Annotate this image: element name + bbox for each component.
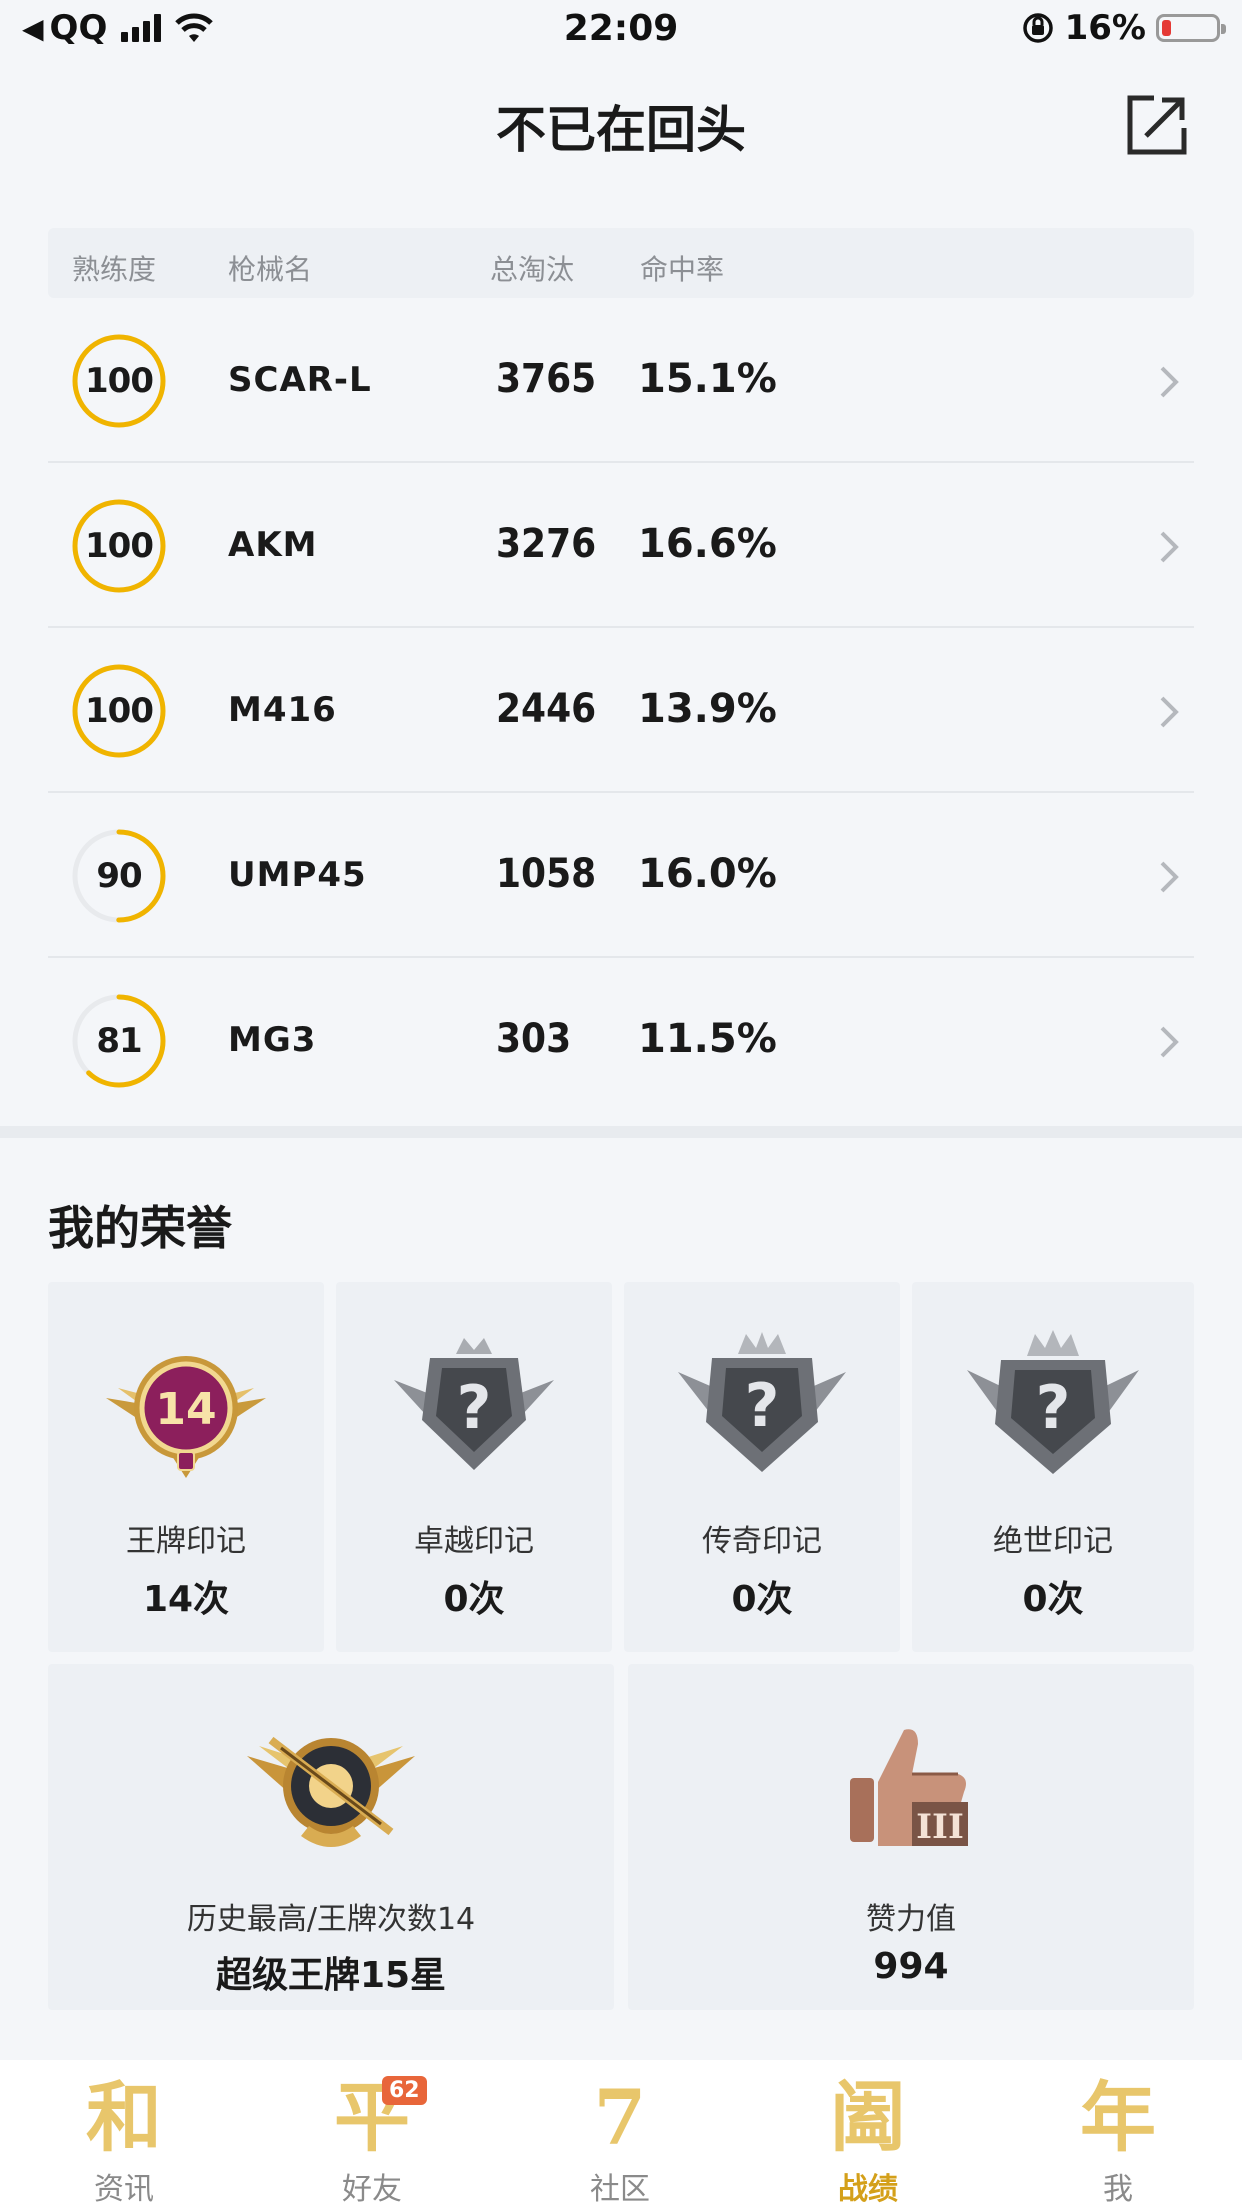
weapon-kills: 2446 <box>496 686 597 732</box>
weapon-row[interactable]: 100 M416 2446 13.9% <box>48 628 1194 793</box>
weapon-name: MG3 <box>228 1020 317 1060</box>
proficiency-ring: 100 <box>70 662 168 760</box>
rank-emblem-icon <box>247 1736 415 1847</box>
weapon-accuracy: 16.6% <box>638 521 777 567</box>
honor-label: 传奇印记 <box>702 1524 822 1559</box>
likes-value: 994 <box>873 1946 949 1987</box>
proficiency-ring: 100 <box>70 497 168 595</box>
weapon-row[interactable]: 100 AKM 3276 16.6% <box>48 463 1194 628</box>
locked-badge-icon: ? <box>967 1330 1139 1474</box>
weapon-row[interactable]: 100 SCAR-L 3765 15.1% <box>48 298 1194 463</box>
likes-card[interactable]: III 赞力值 994 <box>628 1664 1194 2010</box>
likes-tier-mark: III <box>916 1807 964 1847</box>
weapon-accuracy: 16.0% <box>638 851 777 897</box>
header-weapon: 枪械名 <box>228 253 313 286</box>
proficiency-ring: 90 <box>70 827 168 925</box>
tab-label: 好友 <box>342 2172 402 2207</box>
stats-tab-icon: 阖 <box>830 2073 906 2162</box>
weapon-kills: 3276 <box>496 521 597 567</box>
weapon-name: M416 <box>228 690 337 730</box>
proficiency-ring: 100 <box>70 332 168 430</box>
rotation-lock-icon <box>1022 13 1053 43</box>
header-proficiency: 熟练度 <box>72 253 157 286</box>
tab-label: 社区 <box>590 2172 650 2207</box>
tab-me[interactable]: 年 我 <box>994 2060 1242 2208</box>
weapon-accuracy: 15.1% <box>638 356 777 402</box>
chevron-right-icon <box>1160 861 1179 893</box>
bottom-tab-bar: 和 资讯 平 62 好友 7 社区 阖 战绩 年 我 <box>0 2060 1242 2208</box>
friends-count-badge: 62 <box>382 2076 427 2105</box>
weapon-name: AKM <box>228 525 318 565</box>
history-rank-label: 历史最高/王牌次数14 <box>186 1902 476 1937</box>
tab-community[interactable]: 7 社区 <box>496 2060 744 2208</box>
battery-icon <box>1156 14 1226 42</box>
weapon-accuracy: 11.5% <box>638 1016 777 1062</box>
tab-news[interactable]: 和 资讯 <box>0 2060 248 2208</box>
weapon-name: SCAR-L <box>228 360 372 400</box>
proficiency-ring: 81 <box>70 992 168 1090</box>
tab-label: 我 <box>1103 2172 1133 2207</box>
chevron-right-icon <box>1160 366 1179 398</box>
honors-title: 我的荣誉 <box>48 1201 232 1255</box>
locked-badge-mark: ? <box>745 1371 780 1441</box>
honor-label: 卓越印记 <box>414 1524 534 1559</box>
history-rank-value: 超级王牌15星 <box>215 1955 447 1996</box>
share-icon[interactable] <box>1124 92 1190 158</box>
locked-badge-mark: ? <box>457 1373 492 1443</box>
weapon-row[interactable]: 90 UMP45 1058 16.0% <box>48 793 1194 958</box>
honor-card-ace[interactable]: 14 王牌印记 14次 <box>48 1282 324 1652</box>
header-accuracy: 命中率 <box>640 253 725 286</box>
likes-label: 赞力值 <box>866 1902 956 1937</box>
weapon-row[interactable]: 81 MG3 303 11.5% <box>48 958 1194 1123</box>
honor-card-excellent[interactable]: ? 卓越印记 0次 <box>336 1282 612 1652</box>
weapon-name: UMP45 <box>228 855 367 895</box>
honor-label: 王牌印记 <box>126 1524 246 1559</box>
honor-card-legend[interactable]: ? 传奇印记 0次 <box>624 1282 900 1652</box>
weapon-kills: 303 <box>496 1016 572 1062</box>
weapon-kills: 1058 <box>496 851 597 897</box>
weapon-kills: 3765 <box>496 356 597 402</box>
honor-card-peerless[interactable]: ? 绝世印记 0次 <box>912 1282 1194 1652</box>
honor-value: 14次 <box>142 1579 230 1620</box>
section-divider <box>0 1126 1242 1138</box>
chevron-right-icon <box>1160 1026 1179 1058</box>
honor-value: 0次 <box>1022 1579 1084 1620</box>
header-kills: 总淘汰 <box>490 253 575 286</box>
tab-label: 资讯 <box>94 2172 154 2207</box>
tab-label: 战绩 <box>838 2172 898 2207</box>
ace-badge-count: 14 <box>155 1384 216 1435</box>
honor-value: 0次 <box>731 1579 793 1620</box>
locked-badge-mark: ? <box>1036 1373 1071 1443</box>
locked-badge-icon: ? <box>678 1332 846 1472</box>
honor-label: 绝世印记 <box>993 1524 1113 1559</box>
chevron-right-icon <box>1160 696 1179 728</box>
status-right: 16% <box>1021 8 1226 48</box>
page-title: 不已在回头 <box>496 101 746 159</box>
tab-friends[interactable]: 平 62 好友 <box>248 2060 496 2208</box>
news-tab-icon: 和 <box>86 2073 162 2162</box>
thumbs-up-icon: III <box>850 1729 968 1847</box>
locked-badge-icon: ? <box>394 1338 554 1470</box>
chevron-right-icon <box>1160 531 1179 563</box>
me-tab-icon: 年 <box>1080 2073 1156 2162</box>
honor-value: 0次 <box>443 1579 505 1620</box>
status-bar: ◀ QQ 22:09 16% <box>0 0 1242 62</box>
battery-percent: 16% <box>1064 8 1146 48</box>
weapon-table-header: 熟练度 枪械名 总淘汰 命中率 <box>48 228 1194 298</box>
tab-stats[interactable]: 阖 战绩 <box>744 2060 992 2208</box>
weapon-accuracy: 13.9% <box>638 686 777 732</box>
ace-badge-icon: 14 <box>106 1356 266 1478</box>
community-tab-icon: 7 <box>593 2073 647 2162</box>
history-rank-card[interactable]: 历史最高/王牌次数14 超级王牌15星 <box>48 1664 614 2010</box>
